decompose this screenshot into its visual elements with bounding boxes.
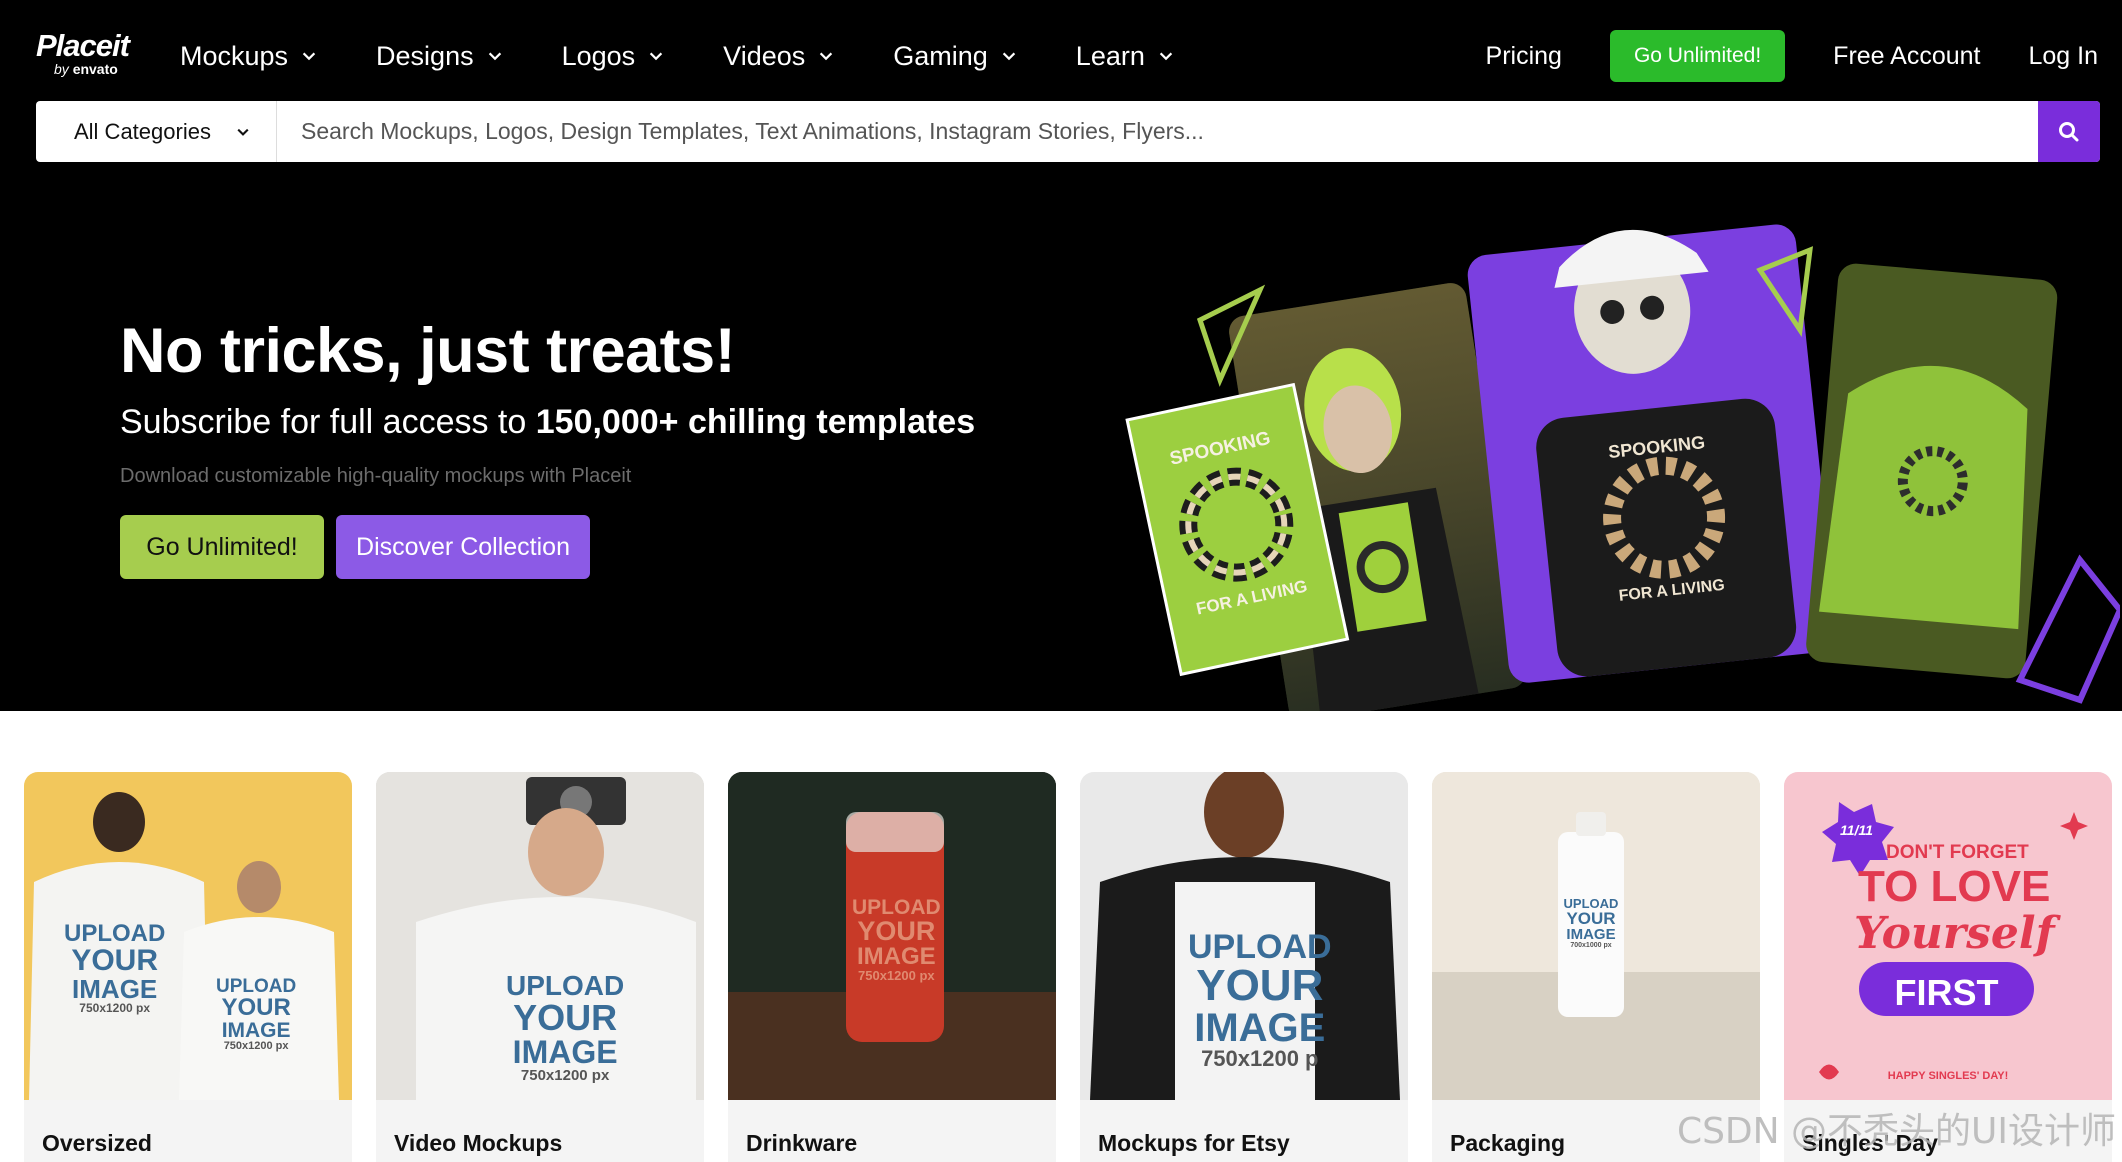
packaging-image: UPLOAD YOUR IMAGE 700x1000 px xyxy=(1432,772,1760,1100)
pricing-link[interactable]: Pricing xyxy=(1486,42,1562,71)
poster-line-1: DON'T FORGET xyxy=(1886,842,2029,863)
logo-envato: envato xyxy=(72,61,118,77)
hero-subtitle-bold: 150,000+ chilling templates xyxy=(535,403,976,441)
drinkware-image: UPLOAD YOUR IMAGE 750x1200 px xyxy=(728,772,1056,1100)
watermark: CSDN @不秃头的UI设计师 xyxy=(1676,1111,2116,1152)
logo-by: by xyxy=(54,61,69,77)
poster-line-2: TO LOVE xyxy=(1858,862,2051,911)
menu-videos[interactable]: Videos xyxy=(723,41,835,72)
menu-gaming-label: Gaming xyxy=(893,40,988,71)
menu-designs-label: Designs xyxy=(376,40,474,71)
go-unlimited-nav-button[interactable]: Go Unlimited! xyxy=(1609,30,1786,82)
poster-date: 11/11 xyxy=(1840,822,1873,838)
category-card-video-mockups[interactable]: UPLOAD YOUR IMAGE 750x1200 px Video Mockups xyxy=(376,772,704,1162)
poster-footer: HAPPY SINGLES' DAY! xyxy=(1887,1070,2009,1082)
logo-byline: by envato xyxy=(54,62,129,76)
discover-collection-button[interactable]: Discover Collection xyxy=(336,515,590,579)
video-upload-text: UPLOAD YOUR IMAGE 750x1200 px xyxy=(506,970,625,1084)
etsy-image: UPLOAD YOUR IMAGE 750x1200 p xyxy=(1080,772,1408,1100)
menu-mockups[interactable]: Mockups xyxy=(180,41,318,72)
drinkware-upload-text: UPLOAD YOUR IMAGE 750x1200 px xyxy=(852,896,941,983)
menu-designs[interactable]: Designs xyxy=(376,41,504,72)
menu-mockups-label: Mockups xyxy=(180,40,289,71)
card-label: Drinkware xyxy=(746,1130,858,1156)
hero-note: Download customizable high-quality mocku… xyxy=(120,465,632,487)
packaging-upload-text: UPLOAD YOUR IMAGE 700x1000 px xyxy=(1563,896,1619,949)
singles-day-poster: 11/11 DON'T FORGET TO LOVE Yourself FIRS… xyxy=(1784,772,2112,1100)
chevron-down-icon xyxy=(1159,52,1173,61)
menu-videos-label: Videos xyxy=(723,40,806,71)
category-select-value: All Categories xyxy=(74,118,211,144)
oversized-upload-text: UPLOAD YOUR IMAGE 750x1200 px xyxy=(64,920,166,1015)
chevron-down-icon xyxy=(650,52,663,61)
main-menu: Mockups Designs Logos Videos Gaming Lear… xyxy=(180,0,1233,112)
poster-line-4: FIRST xyxy=(1894,972,1999,1013)
poster-line-3: Yourself xyxy=(1854,908,2055,959)
go-unlimited-hero-button[interactable]: Go Unlimited! xyxy=(120,515,324,579)
hero-collage-image: SPOOKING FOR A LIVING SPOOKING FOR A LIV… xyxy=(1125,224,2120,711)
menu-logos[interactable]: Logos xyxy=(562,41,666,72)
chevron-down-icon xyxy=(1002,52,1015,61)
category-select[interactable]: All Categories xyxy=(36,101,277,162)
chevron-down-icon xyxy=(237,128,249,136)
placeit-logo[interactable]: Placeit by envato xyxy=(36,28,130,77)
oversized-image: UPLOAD YOUR IMAGE 750x1200 px UPLOAD YOUR IMA… xyxy=(24,772,352,1100)
free-account-link[interactable]: Free Account xyxy=(1833,42,1980,71)
search-input[interactable] xyxy=(277,101,2038,162)
category-card-mockups-for-etsy[interactable]: UPLOAD YOUR IMAGE 750x1200 p Mockups for Et… xyxy=(1080,772,1408,1162)
search-button[interactable] xyxy=(2038,101,2100,162)
category-card-oversized[interactable]: UPLOAD YOUR IMAGE 750x1200 px UPLOAD YOUR IMA… xyxy=(24,772,352,1162)
card-label: Mockups for Etsy xyxy=(1098,1130,1290,1156)
hero-subtitle-prefix: Subscribe for full access to xyxy=(120,403,536,441)
etsy-upload-text: UPLOAD YOUR IMAGE 750x1200 p xyxy=(1188,928,1332,1071)
card-label: Packaging xyxy=(1450,1130,1566,1156)
hero-title: No tricks, just treats! xyxy=(120,316,736,386)
menu-learn-label: Learn xyxy=(1075,40,1145,71)
search-icon xyxy=(2059,121,2079,141)
search-bar: All Categories xyxy=(36,101,2100,162)
header-hero-section: Placeit by envato Mockups Designs Logos … xyxy=(0,0,2122,711)
category-card-drinkware[interactable]: UPLOAD YOUR IMAGE 750x1200 px Drinkware xyxy=(728,772,1056,1162)
card-label: Oversized xyxy=(42,1130,152,1156)
chevron-down-icon xyxy=(820,52,833,61)
login-link[interactable]: Log In xyxy=(2028,42,2098,71)
menu-learn[interactable]: Learn xyxy=(1076,41,1175,72)
card-label: Video Mockups xyxy=(394,1130,563,1156)
logo-wordmark: Placeit xyxy=(36,28,130,63)
chevron-down-icon xyxy=(488,52,501,61)
menu-gaming[interactable]: Gaming xyxy=(893,41,1018,72)
hero-subtitle: Subscribe for full access to 150,000+ ch… xyxy=(120,403,975,442)
menu-logos-label: Logos xyxy=(561,40,636,71)
video-mockups-image: UPLOAD YOUR IMAGE 750x1200 px xyxy=(376,772,704,1100)
chevron-down-icon xyxy=(302,52,316,61)
account-nav: Pricing Go Unlimited! Free Account Log I… xyxy=(1438,0,2098,112)
oversized-upload-text-2: UPLOAD YOUR IMAGE 750x1200 px xyxy=(216,976,297,1052)
